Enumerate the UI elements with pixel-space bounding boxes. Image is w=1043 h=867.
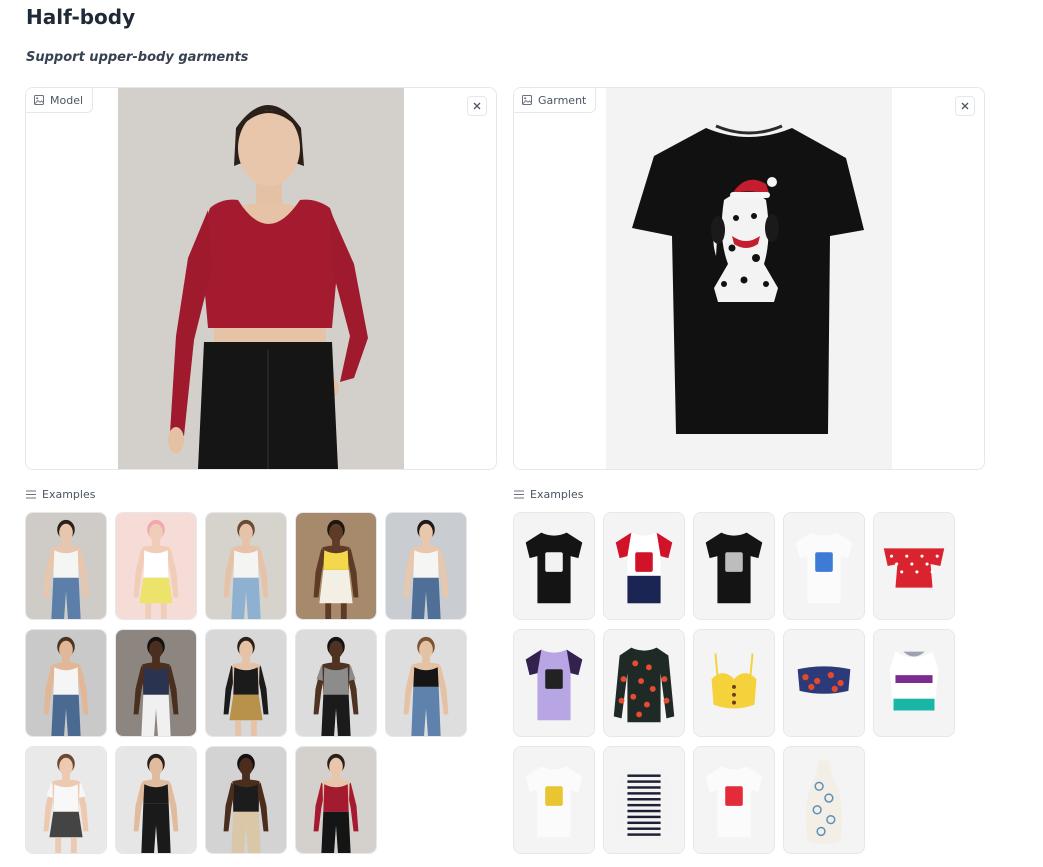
- model-example-thumbnail[interactable]: [385, 629, 467, 737]
- model-example-thumbnail[interactable]: [295, 512, 377, 620]
- list-icon: [514, 490, 524, 499]
- garment-example-thumbnail[interactable]: [783, 746, 865, 854]
- model-example-thumbnail[interactable]: [385, 512, 467, 620]
- garment-photo: [606, 88, 892, 469]
- garment-example-thumbnail[interactable]: [783, 512, 865, 620]
- garment-example-image: [604, 747, 684, 853]
- model-example-image: [386, 513, 466, 619]
- garment-example-thumbnail[interactable]: [693, 746, 775, 854]
- model-example-image: [206, 747, 286, 853]
- model-example-image: [26, 630, 106, 736]
- close-icon: [961, 102, 969, 110]
- model-example-image: [296, 747, 376, 853]
- close-icon: [473, 102, 481, 110]
- garment-example-thumbnail[interactable]: [693, 512, 775, 620]
- garment-example-thumbnail[interactable]: [513, 512, 595, 620]
- garment-example-thumbnail[interactable]: [603, 746, 685, 854]
- model-image-panel[interactable]: Model: [25, 87, 497, 470]
- garment-example-image: [514, 747, 594, 853]
- model-example-thumbnail[interactable]: [205, 512, 287, 620]
- model-example-image: [116, 513, 196, 619]
- image-icon: [522, 95, 532, 105]
- garment-examples-label: Examples: [514, 488, 583, 501]
- garment-examples-grid: [513, 512, 955, 854]
- model-example-image: [296, 513, 376, 619]
- model-example-thumbnail[interactable]: [295, 629, 377, 737]
- garment-clear-button[interactable]: [955, 96, 975, 116]
- garment-label-text: Garment: [538, 93, 587, 107]
- garment-example-thumbnail[interactable]: [873, 629, 955, 737]
- model-example-image: [116, 747, 196, 853]
- garment-example-image: [694, 630, 774, 736]
- model-examples-grid: [25, 512, 467, 854]
- list-icon: [26, 490, 36, 499]
- garment-example-image: [694, 513, 774, 619]
- garment-example-thumbnail[interactable]: [513, 746, 595, 854]
- garment-example-image: [784, 513, 864, 619]
- model-clear-button[interactable]: [467, 96, 487, 116]
- garment-example-thumbnail[interactable]: [693, 629, 775, 737]
- model-example-thumbnail[interactable]: [25, 512, 107, 620]
- garment-example-image: [784, 747, 864, 853]
- model-example-thumbnail[interactable]: [25, 629, 107, 737]
- garment-example-image: [694, 747, 774, 853]
- model-label: Model: [26, 88, 94, 113]
- model-examples-label: Examples: [26, 488, 95, 501]
- garment-example-image: [874, 513, 954, 619]
- garment-label: Garment: [514, 88, 597, 113]
- garment-example-image: [874, 630, 954, 736]
- model-example-thumbnail[interactable]: [25, 746, 107, 854]
- model-example-thumbnail[interactable]: [205, 746, 287, 854]
- image-icon: [34, 95, 44, 105]
- model-example-image: [26, 747, 106, 853]
- model-examples-text: Examples: [42, 488, 96, 501]
- model-example-image: [206, 630, 286, 736]
- model-example-thumbnail[interactable]: [115, 746, 197, 854]
- model-example-image: [26, 513, 106, 619]
- garment-example-image: [784, 630, 864, 736]
- garment-example-image: [514, 630, 594, 736]
- garment-example-image: [514, 513, 594, 619]
- garment-example-thumbnail[interactable]: [603, 629, 685, 737]
- model-example-image: [296, 630, 376, 736]
- model-example-thumbnail[interactable]: [205, 629, 287, 737]
- model-example-thumbnail[interactable]: [115, 512, 197, 620]
- garment-example-image: [604, 630, 684, 736]
- model-example-image: [386, 630, 466, 736]
- page-title: Half-body: [26, 5, 136, 29]
- garment-examples-text: Examples: [530, 488, 584, 501]
- model-example-image: [206, 513, 286, 619]
- model-label-text: Model: [50, 93, 84, 107]
- garment-example-thumbnail[interactable]: [603, 512, 685, 620]
- model-photo: [118, 88, 404, 469]
- model-example-thumbnail[interactable]: [115, 629, 197, 737]
- page-subtitle: Support upper-body garments: [26, 50, 249, 65]
- garment-example-thumbnail[interactable]: [783, 629, 865, 737]
- garment-example-thumbnail[interactable]: [873, 512, 955, 620]
- model-example-thumbnail[interactable]: [295, 746, 377, 854]
- garment-image-panel[interactable]: Garment: [513, 87, 985, 470]
- garment-example-image: [604, 513, 684, 619]
- garment-example-thumbnail[interactable]: [513, 629, 595, 737]
- model-example-image: [116, 630, 196, 736]
